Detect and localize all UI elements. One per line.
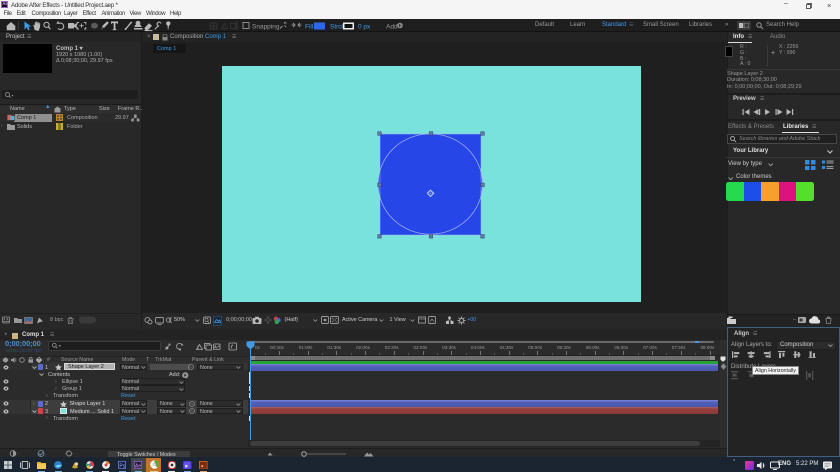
svg-text:Snapping: Snapping (252, 24, 280, 31)
svg-text:Ae: Ae (135, 463, 141, 469)
svg-text:■: ■ (185, 463, 188, 469)
svg-text:Ps: Ps (119, 463, 125, 469)
svg-text:Add: Add (386, 24, 398, 31)
svg-text:Fill: Fill (305, 24, 314, 31)
svg-text:●: ● (201, 463, 204, 469)
svg-text:0 px: 0 px (358, 24, 371, 31)
